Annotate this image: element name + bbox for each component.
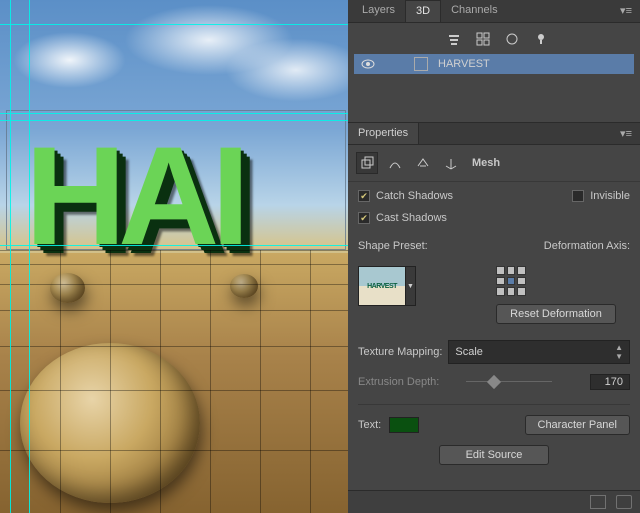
cast-shadows-label: Cast Shadows: [376, 212, 447, 224]
texture-mapping-label: Texture Mapping:: [358, 346, 442, 358]
properties-footer: [348, 490, 640, 513]
filter-lights-icon[interactable]: [533, 31, 548, 46]
filter-materials-icon[interactable]: [504, 31, 519, 46]
visibility-toggle-icon[interactable]: [361, 59, 375, 69]
catch-shadows-checkbox[interactable]: ✔: [358, 190, 370, 202]
filter-meshes-icon[interactable]: [475, 31, 490, 46]
3d-item-name: HARVEST: [438, 58, 490, 70]
guide-horizontal[interactable]: [0, 113, 348, 114]
scene-object: [230, 274, 258, 298]
deformation-axis-label: Deformation Axis:: [544, 240, 630, 252]
cast-shadows-checkbox[interactable]: ✔: [358, 212, 370, 224]
filter-scene-icon[interactable]: [446, 31, 461, 46]
catch-shadows-label: Catch Shadows: [376, 190, 453, 202]
guide-vertical[interactable]: [10, 0, 11, 513]
character-panel-button[interactable]: Character Panel: [525, 415, 631, 435]
tab-channels[interactable]: Channels: [441, 0, 507, 22]
tab-properties[interactable]: Properties: [348, 123, 419, 144]
deformation-axis-grid[interactable]: [496, 266, 526, 296]
tab-3d[interactable]: 3D: [405, 0, 441, 22]
3d-list-item[interactable]: HARVEST: [354, 54, 634, 74]
mesh-item-icon: [414, 57, 428, 71]
invisible-checkbox[interactable]: [572, 190, 584, 202]
extrusion-depth-value[interactable]: 170: [590, 374, 630, 390]
tab-layers[interactable]: Layers: [352, 0, 405, 22]
document-viewport[interactable]: HAI: [0, 0, 348, 513]
properties-panel-header: Properties ▾≡: [348, 122, 640, 145]
scene-object: [50, 273, 85, 303]
properties-toolbar: Mesh: [348, 145, 640, 182]
deform-tab-icon[interactable]: [384, 152, 406, 174]
properties-category-label: Mesh: [472, 157, 500, 169]
scene-object: [20, 343, 200, 503]
guide-vertical[interactable]: [29, 0, 30, 513]
reset-deformation-button[interactable]: Reset Deformation: [496, 304, 616, 324]
3d-text-object[interactable]: HAI: [25, 115, 242, 277]
guide-horizontal[interactable]: [0, 120, 348, 121]
panel-menu-icon[interactable]: ▾≡: [612, 0, 640, 22]
coordinates-tab-icon[interactable]: [440, 152, 462, 174]
panel-menu-icon[interactable]: ▾≡: [612, 123, 640, 144]
text-label: Text:: [358, 419, 381, 431]
trash-icon[interactable]: [616, 495, 632, 509]
texture-mapping-select[interactable]: Scale▲▼: [448, 340, 630, 364]
render-icon[interactable]: [590, 495, 606, 509]
chevron-down-icon[interactable]: ▼: [406, 266, 416, 306]
edit-source-button[interactable]: Edit Source: [439, 445, 549, 465]
invisible-label: Invisible: [590, 190, 630, 202]
panel-tabs: Layers 3D Channels ▾≡: [348, 0, 640, 23]
guide-horizontal[interactable]: [0, 245, 348, 246]
guide-horizontal[interactable]: [0, 24, 348, 25]
properties-body: ✔ Catch Shadows Invisible ✔ Cast Shadows…: [348, 182, 640, 473]
cap-tab-icon[interactable]: [412, 152, 434, 174]
shape-preset-label: Shape Preset:: [358, 240, 428, 252]
extrusion-depth-label: Extrusion Depth:: [358, 376, 458, 388]
3d-scene-list: HARVEST: [348, 54, 640, 74]
3d-filter-toolbar: [348, 23, 640, 54]
shape-preset-picker[interactable]: HARVEST ▼: [358, 266, 416, 324]
text-color-swatch[interactable]: [389, 417, 419, 433]
panels-sidebar: Layers 3D Channels ▾≡ HARVEST Properties…: [348, 0, 640, 513]
mesh-tab-icon[interactable]: [356, 152, 378, 174]
extrusion-depth-slider[interactable]: [466, 375, 582, 389]
